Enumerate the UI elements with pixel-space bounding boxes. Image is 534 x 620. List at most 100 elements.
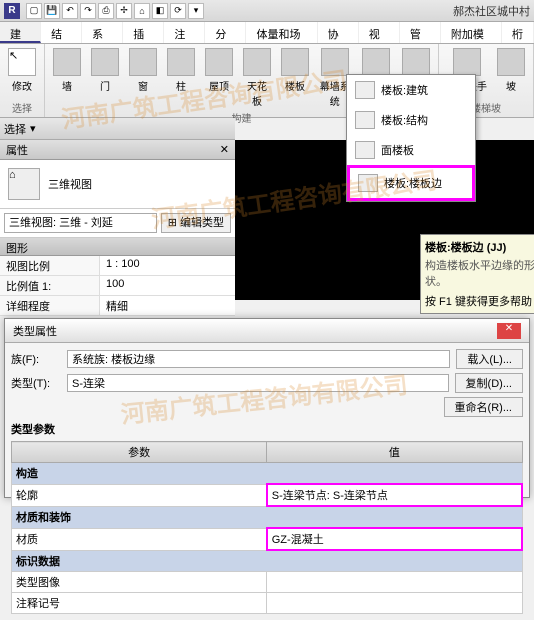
app-icon[interactable]: R [4,3,20,19]
type-properties-dialog: 类型属性 ✕ 族(F): 载入(L)... 类型(T): 复制(D)... 重命… [4,318,530,498]
type-row: 类型(T): 复制(D)... [11,373,523,393]
tooltip: 楼板:楼板边 (JJ) 构造楼板水平边缘的形状。 按 F1 键获得更多帮助 [420,234,534,314]
arrow-icon: ↖ [8,48,36,76]
tab-architecture[interactable]: 建筑 [0,22,41,43]
group-materials: 材质和装饰 [12,506,523,528]
floor-face-label: 面楼板 [381,142,414,158]
door-button[interactable]: 门 [87,46,123,110]
material-value[interactable]: GZ-混凝土 [267,528,522,550]
view-type-selector[interactable]: ⌂ 三维视图 [0,160,235,209]
floor-struct-item[interactable]: 楼板:结构 [347,105,475,135]
qat-open-icon[interactable]: ▢ [26,3,42,19]
ramp-icon [497,48,525,76]
rename-row: 重命名(R)... [11,397,523,417]
dialog-title: 类型属性 [13,323,57,339]
qat-3d-icon[interactable]: ⌂ [134,3,150,19]
properties-close-icon[interactable]: ✕ [220,143,229,156]
param-table-header: 参数 值 [12,442,523,463]
tab-addins[interactable]: 附加模块 [441,22,502,43]
type-image-label: 类型图像 [12,572,267,593]
tooltip-desc: 构造楼板水平边缘的形状。 [425,257,534,289]
window-button[interactable]: 窗 [125,46,161,110]
prop-value-scale-value[interactable]: 100 [100,276,235,295]
curtain-grid-icon [362,48,390,76]
view-type-label: 三维视图 [48,176,92,192]
floor-edge-icon [358,174,378,192]
prop-value-detail[interactable]: 精细 [100,296,235,315]
group-materials-label: 材质和装饰 [12,506,523,528]
tab-annotate[interactable]: 注释 [164,22,205,43]
tooltip-title: 楼板:楼板边 (JJ) [425,239,534,255]
duplicate-button[interactable]: 复制(D)... [455,373,523,393]
quick-access-toolbar: ▢ 💾 ↶ ↷ ⎙ ✢ ⌂ ◧ ⟳ ▾ [26,3,204,19]
tooltip-help: 按 F1 键获得更多帮助 [425,293,534,309]
col-param: 参数 [12,442,267,463]
tab-view[interactable]: 视图 [359,22,400,43]
roof-button[interactable]: 屋顶 [201,46,237,110]
row-type-image: 类型图像 [12,572,523,593]
floor-button[interactable]: 楼板 [277,46,313,110]
rename-button[interactable]: 重命名(R)... [444,397,523,417]
qat-section-icon[interactable]: ◧ [152,3,168,19]
floor-struct-icon [355,111,375,129]
dialog-close-icon[interactable]: ✕ [497,323,521,339]
tab-manage[interactable]: 管理 [400,22,441,43]
dialog-titlebar: 类型属性 ✕ [5,319,529,343]
group-construction: 构造 [12,463,523,485]
edit-type-button[interactable]: ⊞ 编辑类型 [161,213,231,233]
tab-structure[interactable]: 结构 [41,22,82,43]
tab-analyze[interactable]: 分析 [205,22,246,43]
group-select-label: 选择 [4,100,40,115]
qat-dropdown-icon[interactable]: ▾ [188,3,204,19]
prop-row-detail: 详细程度 精细 [0,296,235,316]
ceiling-button[interactable]: 天花板 [239,46,275,110]
qat-undo-icon[interactable]: ↶ [62,3,78,19]
floor-face-item[interactable]: 面楼板 [347,135,475,165]
selector-label: 选择 [4,121,26,137]
column-button[interactable]: 柱 [163,46,199,110]
modify-button[interactable]: ↖ 修改 [4,46,40,95]
group-identity: 标识数据 [12,550,523,572]
type-selector-dropdown[interactable]: 三维视图: 三维 - 刘延 [4,213,157,233]
tab-collaborate[interactable]: 协作 [318,22,359,43]
left-panel: 选择 ▾ 属性 ✕ ⌂ 三维视图 三维视图: 三维 - 刘延 ⊞ 编辑类型 图形… [0,118,235,316]
floor-arch-item[interactable]: 楼板:建筑 [347,75,475,105]
type-label: 类型(T): [11,375,61,391]
window-icon [129,48,157,76]
tab-systems[interactable]: 系统 [82,22,123,43]
tab-extra[interactable]: 桁 [502,22,534,43]
keynote-value[interactable] [267,593,522,614]
type-input[interactable] [67,374,449,392]
tab-insert[interactable]: 插入 [123,22,164,43]
tab-massing[interactable]: 体量和场地 [246,22,317,43]
wall-label: 墙 [62,78,72,93]
curtain-system-icon [321,48,349,76]
window-label: 窗 [138,78,148,93]
qat-measure-icon[interactable]: ✢ [116,3,132,19]
ramp-button[interactable]: 坡 [493,46,529,95]
door-label: 门 [100,78,110,93]
qat-redo-icon[interactable]: ↷ [80,3,96,19]
prop-row-scale: 视图比例 1 : 100 [0,256,235,276]
type-selector-row: 三维视图: 三维 - 刘延 ⊞ 编辑类型 [0,209,235,238]
roof-label: 屋顶 [209,78,229,93]
family-input[interactable] [67,350,450,368]
prop-value-scale[interactable]: 1 : 100 [100,256,235,275]
load-button[interactable]: 载入(L)... [456,349,523,369]
wall-button[interactable]: 墙 [49,46,85,110]
ceiling-label: 天花板 [243,78,271,108]
row-material: 材质 GZ-混凝土 [12,528,523,550]
dialog-body: 族(F): 载入(L)... 类型(T): 复制(D)... 重命名(R)...… [5,343,529,620]
type-image-value[interactable] [267,572,522,593]
qat-save-icon[interactable]: 💾 [44,3,60,19]
ribbon-tabs: 建筑 结构 系统 插入 注释 分析 体量和场地 协作 视图 管理 附加模块 桁 [0,22,534,44]
graphics-section-header: 图形 [0,238,235,256]
floor-edge-item[interactable]: 楼板:楼板边 [347,165,475,201]
chevron-down-icon[interactable]: ▾ [30,122,36,135]
qat-print-icon[interactable]: ⎙ [98,3,114,19]
family-row: 族(F): 载入(L)... [11,349,523,369]
properties-header: 属性 ✕ [0,140,235,160]
floor-struct-label: 楼板:结构 [381,112,428,128]
profile-value[interactable]: S-连梁节点: S-连梁节点 [267,484,522,506]
qat-sync-icon[interactable]: ⟳ [170,3,186,19]
